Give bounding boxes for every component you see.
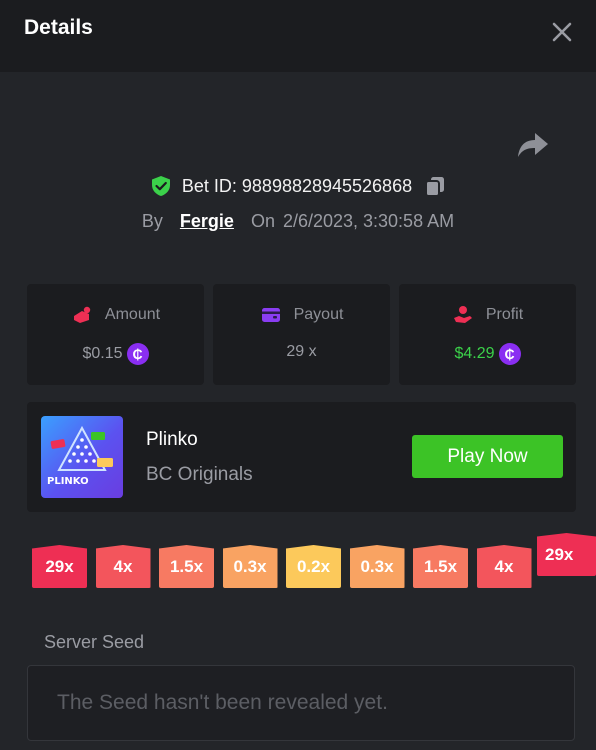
server-seed-label: Server Seed bbox=[44, 632, 145, 652]
game-thumbnail[interactable]: PLINKO bbox=[41, 416, 123, 498]
share-icon bbox=[518, 133, 548, 157]
payout-value: 29 x bbox=[286, 343, 317, 360]
on-label: On bbox=[250, 210, 275, 231]
multiplier-bucket: 0.3x bbox=[222, 545, 278, 588]
close-icon bbox=[552, 22, 572, 42]
verified-shield-icon bbox=[151, 176, 170, 196]
profit-value: $4.29 bbox=[454, 345, 495, 362]
user-link[interactable]: Fergie bbox=[180, 211, 234, 232]
bet-id-row: Bet ID: 98898828945526868 bbox=[0, 172, 596, 200]
thumbnail-text: PLINKO bbox=[47, 476, 89, 487]
profit-icon bbox=[453, 306, 472, 323]
game-card: PLINKO Plinko BC Originals Play Now bbox=[27, 402, 576, 512]
bet-datetime: 2/6/2023, 3:30:58 AM bbox=[282, 210, 455, 231]
payout-label: Payout bbox=[293, 306, 344, 323]
bet-id: Bet ID: 98898828945526868 bbox=[181, 175, 413, 196]
server-seed-field: The Seed hasn't been revealed yet. bbox=[27, 665, 575, 741]
multiplier-bucket: 0.3x bbox=[349, 545, 405, 588]
multiplier-bucket: 0.2x bbox=[286, 545, 341, 588]
multiplier-bucket: 1.5x bbox=[413, 545, 468, 588]
multiplier-bucket: 4x bbox=[476, 545, 532, 588]
copy-icon[interactable] bbox=[424, 175, 446, 197]
amount-card: Amount $0.15 ₵ bbox=[27, 284, 204, 385]
payout-card: Payout 29 x bbox=[213, 284, 390, 385]
coin-icon: ₵ bbox=[126, 343, 149, 365]
by-label: By bbox=[141, 210, 163, 231]
multiplier-bucket: 4x bbox=[95, 545, 151, 588]
play-now-button[interactable]: Play Now bbox=[412, 435, 563, 478]
game-provider: BC Originals bbox=[146, 464, 253, 485]
close-button[interactable] bbox=[548, 18, 576, 46]
server-seed-placeholder: The Seed hasn't been revealed yet. bbox=[57, 691, 388, 714]
wallet-icon bbox=[261, 308, 280, 322]
multiplier-bucket: 29x bbox=[32, 545, 87, 588]
amount-label: Amount bbox=[104, 306, 161, 323]
multiplier-buckets: 29x 4x 1.5x 0.3x 0.2x 0.3x 1.5x 4x 29x bbox=[0, 532, 596, 602]
details-header: Details bbox=[0, 0, 596, 72]
amount-value: $0.15 bbox=[82, 345, 123, 362]
game-name: Plinko bbox=[146, 429, 198, 450]
multiplier-bucket: 29x bbox=[537, 533, 596, 576]
share-button[interactable] bbox=[516, 130, 550, 160]
coin-icon: ₵ bbox=[498, 343, 521, 365]
profit-card: Profit $4.29 ₵ bbox=[399, 284, 576, 385]
amount-icon bbox=[73, 306, 91, 323]
bet-stats: Amount $0.15 ₵ Payout 29 x Profit $4.29 … bbox=[27, 284, 576, 385]
dialog-title: Details bbox=[24, 16, 93, 39]
multiplier-bucket: 1.5x bbox=[159, 545, 214, 588]
bet-meta-row: By Fergie On 2/6/2023, 3:30:58 AM bbox=[0, 207, 596, 235]
profit-label: Profit bbox=[485, 306, 524, 323]
